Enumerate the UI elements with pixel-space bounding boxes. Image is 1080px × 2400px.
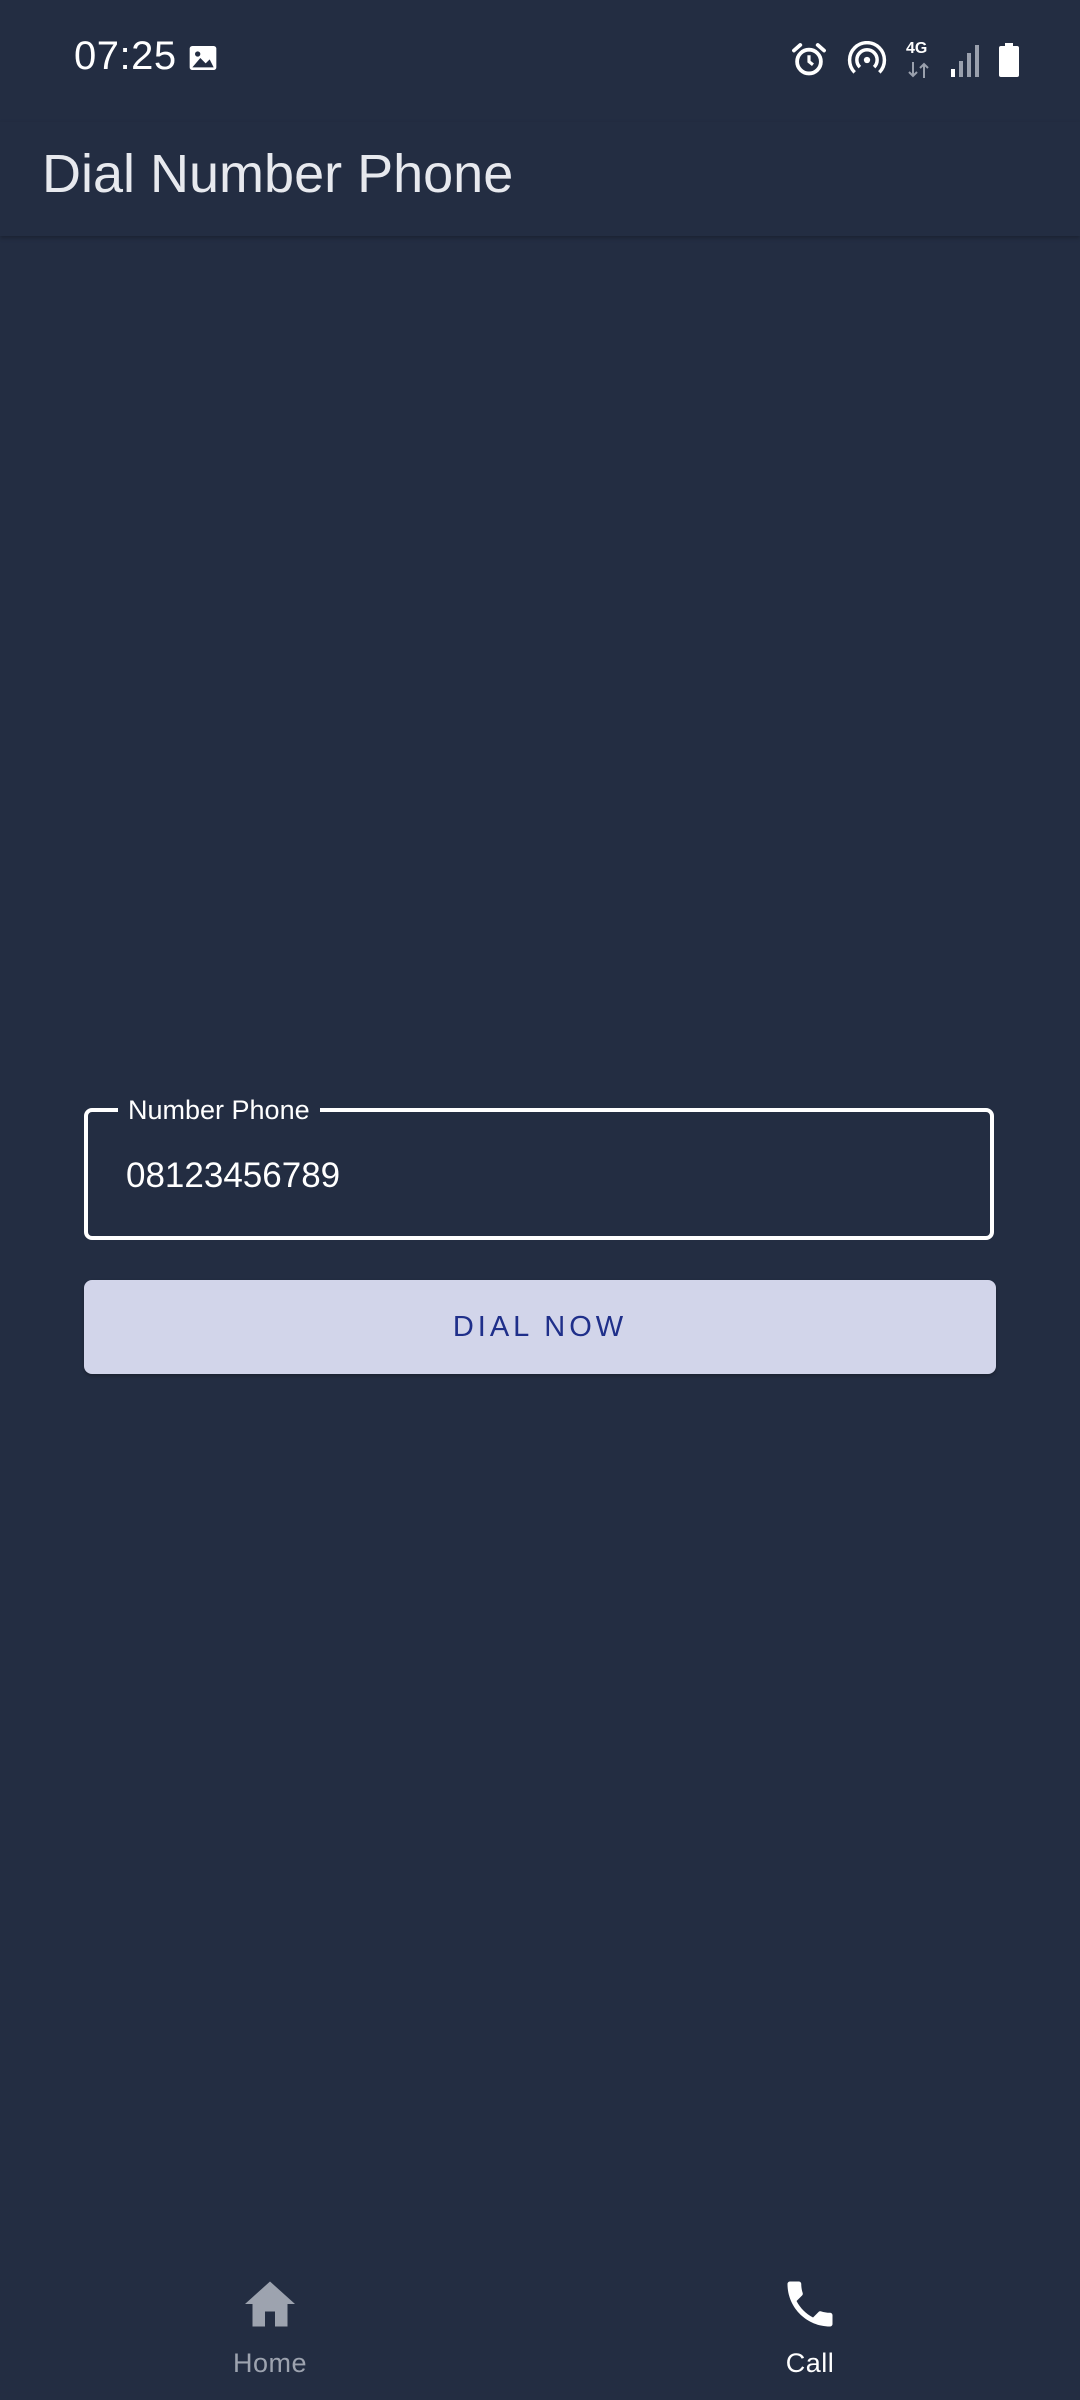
status-time: 07:25 — [74, 34, 177, 78]
bottom-navigation: Home Call — [0, 2240, 1080, 2400]
app-bar: Dial Number Phone — [0, 122, 1080, 236]
gallery-icon — [189, 46, 217, 70]
page-title: Dial Number Phone — [42, 144, 514, 204]
phone-number-input[interactable] — [126, 1146, 946, 1206]
nav-item-home[interactable]: Home — [0, 2240, 540, 2400]
hotspot-icon — [847, 41, 887, 74]
phone-icon — [787, 2281, 833, 2327]
phone-number-field[interactable]: Number Phone — [84, 1090, 994, 1240]
phone-number-label: Number Phone — [118, 1090, 320, 1130]
battery-icon — [999, 43, 1019, 77]
nav-item-call[interactable]: Call — [540, 2240, 1080, 2400]
alarm-icon — [792, 43, 826, 76]
home-icon — [245, 2281, 295, 2327]
status-icons: 4G — [790, 38, 1020, 82]
dial-now-button[interactable]: DIAL NOW — [84, 1280, 996, 1374]
status-bar: 07:25 4G — [0, 0, 1080, 122]
nav-label-call: Call — [785, 2348, 835, 2378]
network-type: 4G — [906, 40, 928, 57]
nav-label-home: Home — [232, 2348, 308, 2378]
network-4g-icon: 4G — [906, 40, 932, 80]
signal-icon — [951, 45, 979, 77]
